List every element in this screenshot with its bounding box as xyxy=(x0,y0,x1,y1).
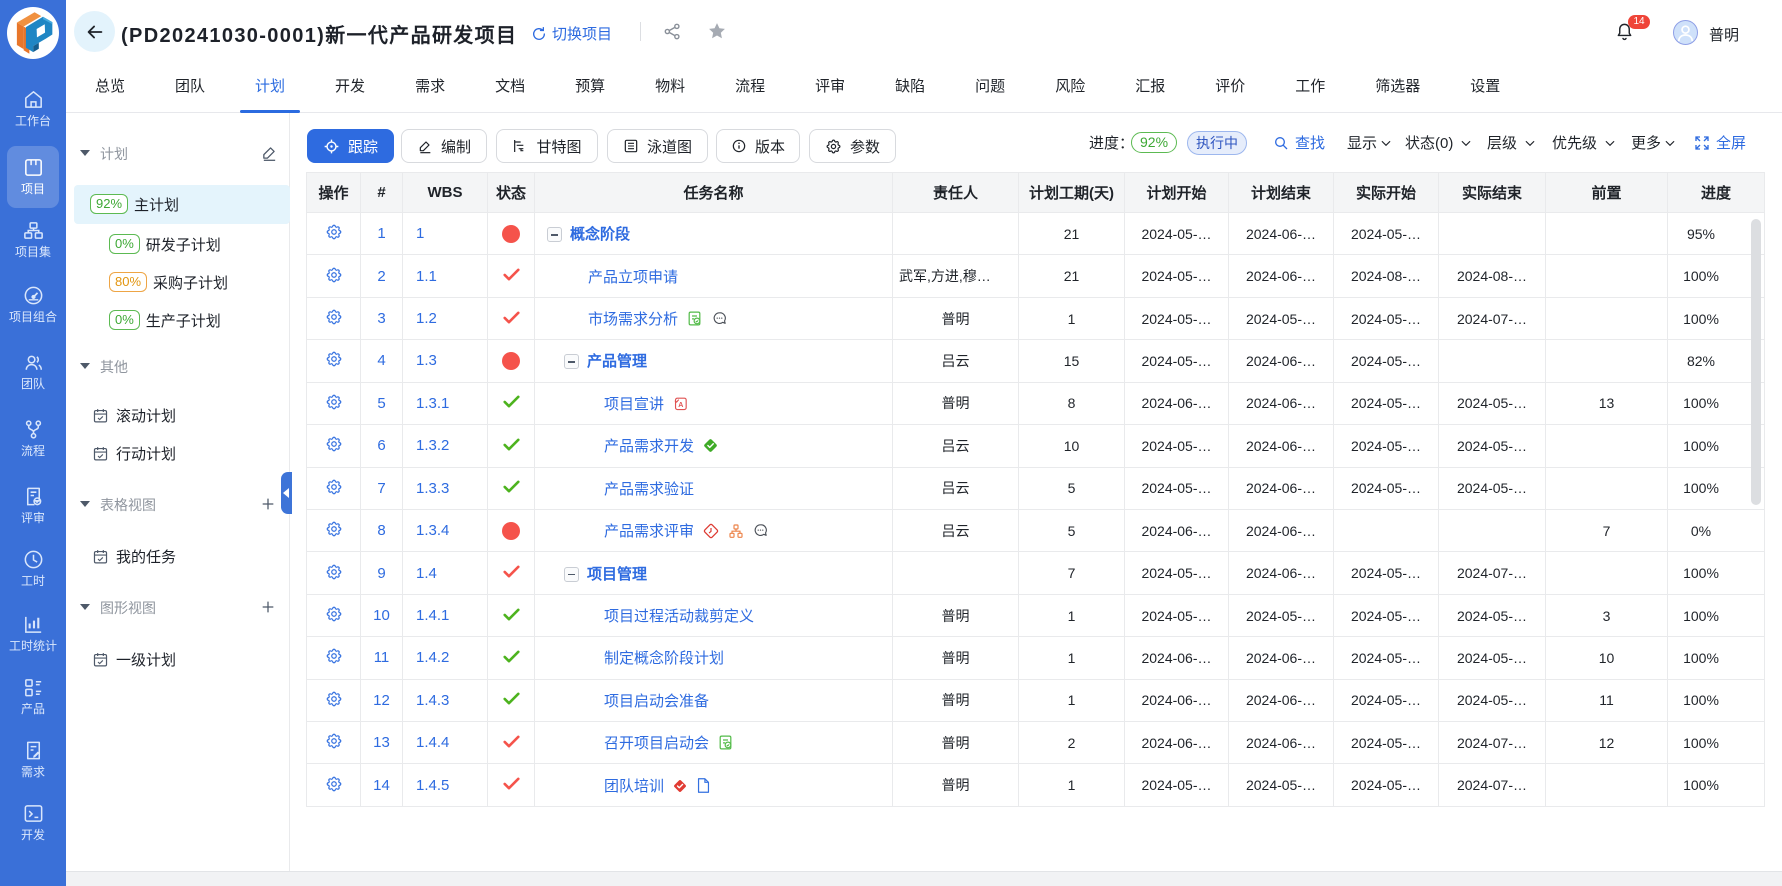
svg-text:A: A xyxy=(678,401,683,409)
